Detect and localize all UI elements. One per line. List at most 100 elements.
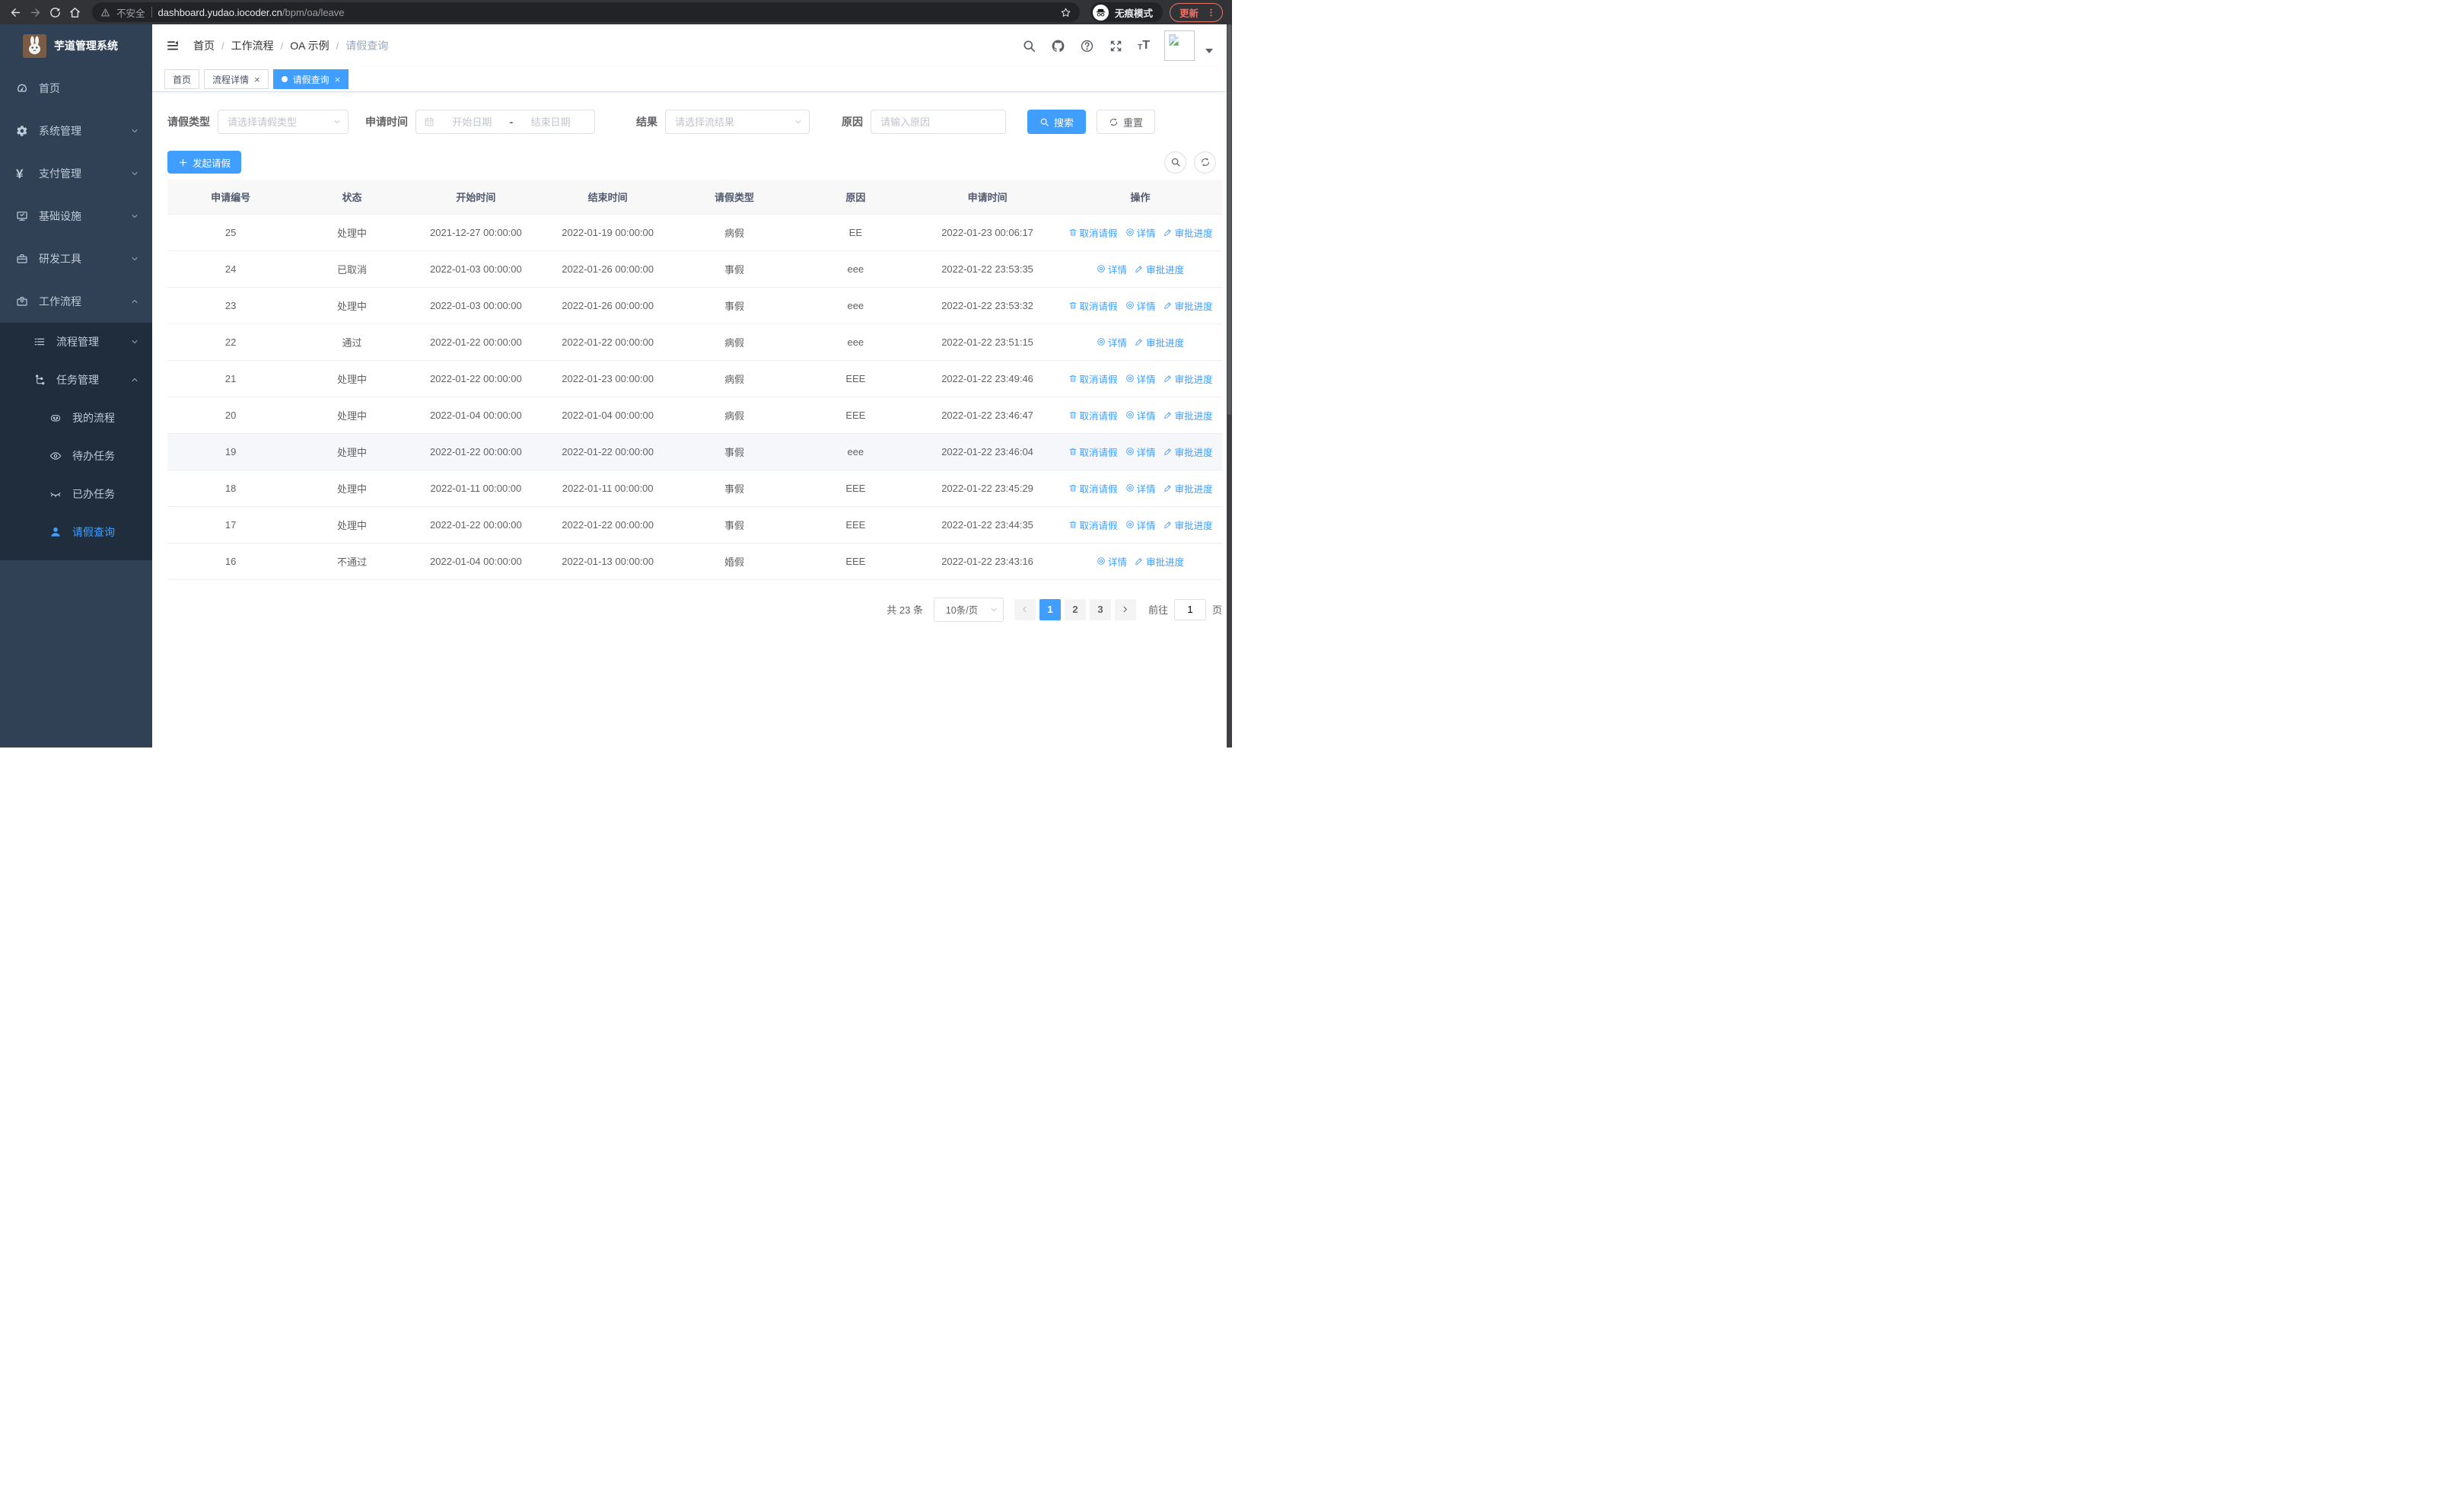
sidebar-item-infra[interactable]: 基础设施 <box>0 195 152 237</box>
sidebar-collapse-button[interactable] <box>166 39 180 53</box>
reason-input[interactable] <box>871 110 1006 134</box>
action-progress-link[interactable]: 审批进度 <box>1164 408 1213 422</box>
tab-process-detail[interactable]: 流程详情 × <box>204 69 269 89</box>
action-cancel-link[interactable]: 取消请假 <box>1068 408 1118 422</box>
prev-page-button[interactable] <box>1014 598 1036 620</box>
header-search-icon[interactable] <box>1022 39 1036 53</box>
action-progress-link[interactable]: 审批进度 <box>1164 445 1213 459</box>
help-icon[interactable] <box>1080 39 1094 53</box>
action-progress-link[interactable]: 审批进度 <box>1164 298 1213 313</box>
view-icon <box>1125 374 1135 383</box>
sidebar-item-workflow[interactable]: 工作流程 <box>0 280 152 323</box>
sidebar-item-home[interactable]: 首页 <box>0 67 152 110</box>
sidebar-item-todo-task[interactable]: 待办任务 <box>0 437 152 475</box>
action-cancel-link[interactable]: 取消请假 <box>1068 298 1118 313</box>
forward-icon[interactable] <box>29 6 42 19</box>
breadcrumb-item[interactable]: 首页 <box>193 38 215 53</box>
end-date-input[interactable] <box>514 116 587 128</box>
cell-actions: 取消请假 详情 审批进度 <box>1059 433 1222 470</box>
create-leave-button[interactable]: 发起请假 <box>167 151 242 174</box>
page-scrollbar[interactable] <box>1227 24 1232 748</box>
action-detail-link[interactable]: 详情 <box>1125 371 1156 386</box>
fullscreen-icon[interactable] <box>1109 39 1123 53</box>
start-date-input[interactable] <box>436 116 508 128</box>
close-icon[interactable]: × <box>335 75 341 84</box>
action-progress-link[interactable]: 审批进度 <box>1164 518 1213 532</box>
reload-icon[interactable] <box>49 6 62 19</box>
url-bar[interactable]: 不安全 dashboard.yudao.iocoder.cn/bpm/oa/le… <box>92 2 1080 22</box>
github-icon[interactable] <box>1051 39 1065 53</box>
leave-type-select[interactable] <box>218 110 349 134</box>
result-select[interactable] <box>665 110 810 134</box>
action-detail-link[interactable]: 详情 <box>1125 408 1156 422</box>
caret-down-icon[interactable] <box>1205 49 1213 53</box>
goto-suffix: 页 <box>1211 604 1222 616</box>
table-row: 23 处理中 2022-01-03 00:00:00 2022-01-26 00:00… <box>167 287 1222 324</box>
refresh-table-button[interactable] <box>1194 151 1216 174</box>
next-page-button[interactable] <box>1114 598 1136 620</box>
page-2-button[interactable]: 2 <box>1064 598 1086 620</box>
action-detail-link[interactable]: 详情 <box>1125 445 1156 459</box>
sidebar-item-task-manage[interactable]: 任务管理 <box>0 361 152 399</box>
result-input[interactable] <box>666 110 794 133</box>
breadcrumb-item[interactable]: 工作流程 <box>231 38 274 53</box>
action-cancel-link[interactable]: 取消请假 <box>1068 371 1118 386</box>
action-progress-link[interactable]: 审批进度 <box>1135 554 1184 569</box>
action-progress-link[interactable]: 审批进度 <box>1135 262 1184 276</box>
security-label: 不安全 <box>116 8 145 19</box>
sidebar-item-label: 流程管理 <box>56 336 99 348</box>
browser-menu-icon[interactable] <box>1206 8 1216 18</box>
toggle-search-button[interactable] <box>1164 151 1186 174</box>
not-secure-warning-icon[interactable] <box>100 8 110 18</box>
breadcrumb-item[interactable]: OA 示例 <box>290 38 329 53</box>
font-size-icon[interactable]: TT <box>1138 40 1150 52</box>
sidebar-item-payment[interactable]: ¥ 支付管理 <box>0 152 152 195</box>
action-detail-link[interactable]: 详情 <box>1125 518 1156 532</box>
back-icon[interactable] <box>9 6 22 19</box>
table-row: 17 处理中 2022-01-22 00:00:00 2022-01-22 00:00… <box>167 506 1222 543</box>
action-progress-link[interactable]: 审批进度 <box>1164 481 1213 496</box>
sidebar-item-my-process[interactable]: 我的流程 <box>0 399 152 437</box>
search-button[interactable]: 搜索 <box>1027 110 1087 134</box>
tab-home[interactable]: 首页 <box>164 69 200 89</box>
chevron-down-icon <box>130 375 139 384</box>
goto-page-input[interactable] <box>1173 598 1206 620</box>
action-cancel-link[interactable]: 取消请假 <box>1068 481 1118 496</box>
tab-label: 流程详情 <box>212 74 250 85</box>
close-icon[interactable]: × <box>254 75 260 84</box>
action-label: 审批进度 <box>1146 556 1185 568</box>
sidebar-item-system[interactable]: 系统管理 <box>0 110 152 152</box>
scrollbar-thumb[interactable] <box>1227 24 1231 415</box>
action-cancel-link[interactable]: 取消请假 <box>1068 225 1118 240</box>
bookmark-star-icon[interactable] <box>1060 7 1071 18</box>
sidebar-item-leave-query[interactable]: 请假查询 <box>0 513 152 551</box>
sidebar-item-done-task[interactable]: 已办任务 <box>0 475 152 513</box>
page-3-button[interactable]: 3 <box>1089 598 1111 620</box>
column-header-start: 开始时间 <box>409 180 543 215</box>
action-detail-link[interactable]: 详情 <box>1097 554 1127 569</box>
action-progress-link[interactable]: 审批进度 <box>1164 371 1213 386</box>
app-logo[interactable]: 芋道管理系统 <box>0 24 152 67</box>
action-detail-link[interactable]: 详情 <box>1125 481 1156 496</box>
sidebar-item-process-manage[interactable]: 流程管理 <box>0 323 152 361</box>
update-button[interactable]: 更新 <box>1169 2 1223 22</box>
leave-type-input[interactable] <box>218 110 333 133</box>
browser-home-icon[interactable] <box>68 6 81 19</box>
apply-time-range-picker[interactable]: - <box>415 110 595 134</box>
action-cancel-link[interactable]: 取消请假 <box>1068 445 1118 459</box>
sidebar-item-devtools[interactable]: 研发工具 <box>0 237 152 280</box>
page-size-select[interactable]: 10条/页 <box>933 597 1004 622</box>
action-progress-link[interactable]: 审批进度 <box>1135 335 1184 349</box>
action-detail-link[interactable]: 详情 <box>1125 225 1156 240</box>
action-detail-link[interactable]: 详情 <box>1097 335 1127 349</box>
action-detail-link[interactable]: 详情 <box>1125 298 1156 313</box>
action-cancel-link[interactable]: 取消请假 <box>1068 518 1118 532</box>
tab-leave-query[interactable]: 请假查询 × <box>272 69 349 89</box>
reset-button[interactable]: 重置 <box>1097 110 1156 134</box>
action-detail-link[interactable]: 详情 <box>1097 262 1127 276</box>
edit-icon <box>1164 410 1173 419</box>
action-progress-link[interactable]: 审批进度 <box>1164 225 1213 240</box>
refresh-icon <box>1200 157 1211 167</box>
page-1-button[interactable]: 1 <box>1039 598 1061 620</box>
avatar[interactable] <box>1164 30 1195 61</box>
